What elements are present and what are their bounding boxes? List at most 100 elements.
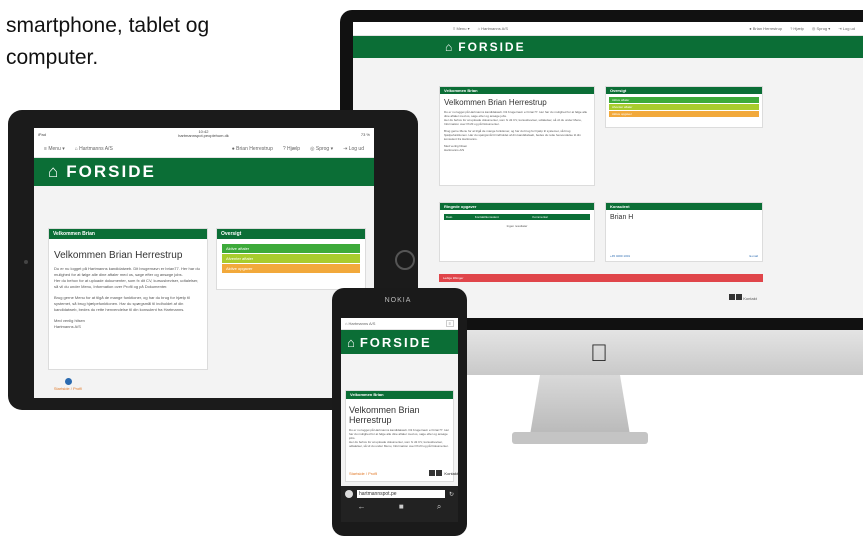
phone-welcome-title-line1: Velkommen Brian <box>349 405 420 415</box>
overview-row-pending[interactable]: Afventer aftaler <box>609 104 759 110</box>
consultant-header: Konsulent <box>606 203 762 210</box>
phone-footer: Startside / Profil Kontakt <box>345 470 458 476</box>
ipad-home-link[interactable]: Startside / Profil <box>48 378 88 391</box>
jobs-table-header: Dato Kontakt/konsulent Kommentar <box>444 214 590 220</box>
menu-label: Menu <box>456 26 467 31</box>
banner-title: FORSIDE <box>458 40 526 54</box>
browser-logo-icon[interactable] <box>345 490 353 498</box>
ipad-overview-row-active[interactable]: Aktive aftaler <box>222 244 360 253</box>
ipad-banner-title: FORSIDE <box>66 162 156 181</box>
overview-row-tasks[interactable]: Aktive opgaver <box>609 111 759 117</box>
jobs-col-date: Dato <box>446 215 453 219</box>
imac-overview-panel: Oversigt Aktive aftaler Afventer aftaler… <box>605 86 763 128</box>
company-link[interactable]: ⌂ Hartmanns A/S <box>478 26 508 31</box>
language-label: Sprog <box>816 26 828 31</box>
jobs-header: Ringede opgaver <box>440 203 594 210</box>
back-icon[interactable]: ← <box>358 502 366 512</box>
ipad-camera <box>24 260 28 264</box>
jobs-col-comment: Kommentar <box>532 215 548 219</box>
refresh-icon[interactable]: ↻ <box>449 491 454 498</box>
logout-link[interactable]: ⇥ Log ud <box>838 26 855 31</box>
ipad-overview-panel: Oversigt Aktive aftaler Afventer aftaler… <box>216 228 366 290</box>
company-label: Hartmanns A/S <box>481 26 509 31</box>
phone-facebook-icon[interactable] <box>429 470 436 476</box>
ipad-home-button[interactable] <box>395 250 415 270</box>
consultant-phone[interactable]: +45 4000 1001 <box>610 254 630 258</box>
ipad-company-label: Hartmanns A/S <box>79 145 113 152</box>
phone-welcome-body-1: Du er nu logget på Hartmanns kandidatweb… <box>349 428 450 440</box>
ipad-status-bar: iPad 10:42 hartmannspot.peoplehum.dk 73 … <box>34 128 374 140</box>
phone-brand: NOKIA <box>384 297 412 304</box>
footer-contact-label: Kontakt <box>743 296 757 301</box>
ipad-user-link[interactable]: ● Brian Herrestrup <box>232 146 273 152</box>
windows-icon[interactable]: ■ <box>399 502 404 512</box>
welcome-body-2: Her du behov for at uploade dokumenter, … <box>444 118 582 126</box>
ipad-display: iPad 10:42 hartmannspot.peoplehum.dk 73 … <box>34 128 374 398</box>
welcome-body-1: Du er nu logget på Hartmanns kandidatweb… <box>444 110 588 118</box>
ipad-overview-header: Oversigt <box>217 229 365 239</box>
ipad-language-label: Sprog <box>315 145 330 152</box>
user-link[interactable]: ● Brian Herrestrup <box>749 26 782 31</box>
menu-link[interactable]: ≡ Menu ▾ <box>453 26 470 31</box>
ipad-welcome-header: Velkommen Brian <box>49 229 207 239</box>
phone-welcome-body-2: Her du behov for at uploade dokumenter, … <box>349 440 449 448</box>
ipad-home-link-label: Startside / Profil <box>53 386 83 391</box>
welcome-body-3: Brug gerne Menu for at tilgå de mange fu… <box>444 129 581 141</box>
facebook-icon[interactable] <box>729 294 735 300</box>
ipad-home-icon: ⌂ <box>48 162 61 181</box>
jobs-col-contact: Kontakt/konsulent <box>474 215 499 219</box>
intro-line-1: smartphone, tablet og <box>6 14 210 37</box>
ipad-welcome-company: Hartmanns A/S <box>54 324 81 329</box>
phone-welcome-header: Velkommen Brian <box>346 391 453 399</box>
ipad-help-label: Hjælp <box>287 145 301 152</box>
phone-home-icon: ⌂ <box>347 334 357 350</box>
imac-stand <box>530 375 630 435</box>
help-link[interactable]: ? Hjælp <box>790 26 804 31</box>
phone-url-field[interactable]: hartmannspot.pe <box>357 490 445 498</box>
phone-welcome-title-line2: Herrestrup <box>349 415 392 425</box>
phone-banner: ⌂ FORSIDE <box>341 330 458 354</box>
ipad-carrier: iPad <box>38 131 47 137</box>
overview-row-active[interactable]: Aktive aftaler <box>609 97 759 103</box>
phone-company-link[interactable]: ⌂ Hartmanns A/S <box>345 321 375 326</box>
ipad-welcome-title: Velkommen Brian Herrestrup <box>54 250 183 261</box>
consultant-email[interactable]: E-mail <box>749 254 758 258</box>
ipad-topnav: ≡ Menu ▾ ⌂ Hartmanns A/S ● Brian Herrest… <box>34 140 374 158</box>
alert-bar[interactable]: Ledige tilbinger <box>439 274 763 282</box>
welcome-header: Velkommen Brian <box>440 87 594 94</box>
phone-banner-title: FORSIDE <box>359 334 432 350</box>
home-icon: ⌂ <box>445 40 455 54</box>
intro-line-2: computer. <box>6 46 99 69</box>
welcome-title: Velkommen Brian Herrestrup <box>444 98 547 107</box>
phone-welcome-title: Velkommen Brian Herrestrup <box>349 405 450 425</box>
welcome-company: Hartmanns A/S <box>444 148 465 152</box>
ipad-welcome-body-1: Du er nu logget på Hartmanns kandidatweb… <box>54 266 200 277</box>
jobs-empty: Ingen resultater <box>506 224 528 228</box>
ipad-overview-row-tasks[interactable]: Aktive opgaver <box>222 264 360 273</box>
ipad-overview-row-pending[interactable]: Afventer aftaler <box>222 254 360 263</box>
imac-welcome-panel: Velkommen Brian Velkommen Brian Herrestr… <box>439 86 595 186</box>
phone-welcome-panel: Velkommen Brian Velkommen Brian Herrestr… <box>345 390 454 482</box>
ipad-home-link-icon <box>64 378 72 385</box>
ipad-welcome-body-3: Brug gerne Menu for at tilgå de mange fu… <box>54 295 190 312</box>
apple-logo-icon:  <box>590 340 608 368</box>
ipad-menu-link[interactable]: ≡ Menu ▾ <box>44 146 65 152</box>
ipad-battery: 73 % <box>360 131 370 137</box>
imac-footer-contact[interactable]: Kontakt <box>729 294 757 301</box>
linkedin-icon[interactable] <box>736 294 743 300</box>
imac-topnav: ≡ Menu ▾ ⌂ Hartmanns A/S ● Brian Herrest… <box>353 22 863 36</box>
help-label: Hjælp <box>793 26 804 31</box>
phone-home-link[interactable]: Startside / Profil <box>349 471 429 476</box>
phone-linkedin-icon[interactable] <box>436 470 443 476</box>
ipad-help-link[interactable]: ? Hjælp <box>283 146 300 152</box>
ipad-company-link[interactable]: ⌂ Hartmanns A/S <box>75 146 113 152</box>
phone-contact-link[interactable]: Kontakt <box>444 471 458 476</box>
ipad-url[interactable]: hartmannspot.peoplehum.dk <box>178 133 229 138</box>
language-link[interactable]: ◎ Sprog ▾ <box>812 26 830 31</box>
ipad-language-link[interactable]: ◎ Sprog ▾ <box>310 146 333 152</box>
phone-menu-toggle[interactable]: ≡ <box>445 320 454 327</box>
phone-display: ⌂ Hartmanns A/S ≡ ⌂ FORSIDE Velkommen Br… <box>341 318 458 486</box>
ipad-user-label: Brian Herrestrup <box>236 145 273 152</box>
search-icon[interactable]: ⌕ <box>437 502 441 512</box>
ipad-logout-link[interactable]: ⇥ Log ud <box>343 146 364 152</box>
